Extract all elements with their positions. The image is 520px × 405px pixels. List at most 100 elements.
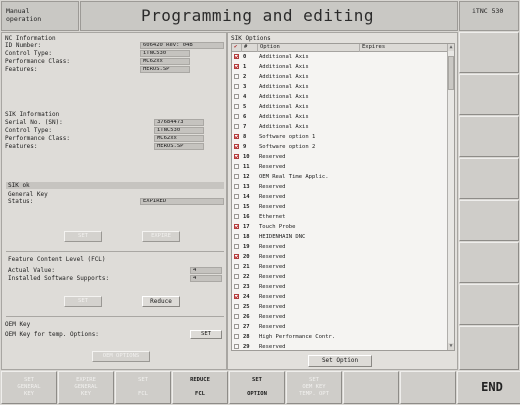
option-checkbox[interactable] — [234, 114, 239, 119]
reduce-fcl-softkey[interactable]: REDUCE FCL — [172, 371, 228, 404]
set-option-button[interactable]: Set Option — [308, 355, 372, 367]
option-row[interactable]: 27 Reserved — [232, 323, 448, 331]
nc-info-title: NC Information — [5, 35, 56, 42]
option-row[interactable]: 7 Additional Axis — [232, 123, 448, 131]
option-checkbox[interactable] — [234, 214, 239, 219]
option-checkbox[interactable] — [234, 224, 239, 229]
option-row[interactable]: 5 Additional Axis — [232, 103, 448, 111]
option-row[interactable]: 28 High Performance Contr. — [232, 333, 448, 341]
vertical-softkey-3[interactable] — [459, 116, 519, 157]
end-softkey[interactable]: END — [457, 371, 520, 404]
option-row[interactable]: 12 OEM Real Time Applic. — [232, 173, 448, 181]
option-checkbox[interactable] — [234, 84, 239, 89]
option-row[interactable]: 29 Reserved — [232, 343, 448, 350]
option-checkbox[interactable] — [234, 254, 239, 259]
option-row[interactable]: 21 Reserved — [232, 263, 448, 271]
reduce-fcl-button[interactable]: Reduce — [142, 296, 180, 307]
option-checkbox[interactable] — [234, 94, 239, 99]
option-checkbox[interactable] — [234, 104, 239, 109]
option-row[interactable]: 0 Additional Axis — [232, 53, 448, 61]
option-checkbox[interactable] — [234, 334, 239, 339]
option-row[interactable]: 9 Software option 2 — [232, 143, 448, 151]
option-checkbox[interactable] — [234, 314, 239, 319]
option-number: 12 — [243, 174, 250, 180]
option-checkbox[interactable] — [234, 74, 239, 79]
option-checkbox[interactable] — [234, 184, 239, 189]
option-checkbox[interactable] — [234, 144, 239, 149]
option-row[interactable]: 8 Software option 1 — [232, 133, 448, 141]
option-number: 28 — [243, 334, 250, 340]
option-number: 27 — [243, 324, 250, 330]
scroll-up-arrow-icon[interactable]: ▲ — [448, 44, 454, 51]
option-row[interactable]: 14 Reserved — [232, 193, 448, 201]
scrollbar-thumb[interactable] — [448, 56, 454, 90]
option-row[interactable]: 2 Additional Axis — [232, 73, 448, 81]
option-row[interactable]: 22 Reserved — [232, 273, 448, 281]
expire-general-key-softkey[interactable]: EXPIRE GENERAL KEY — [58, 371, 114, 404]
option-checkbox[interactable] — [234, 284, 239, 289]
option-checkbox[interactable] — [234, 274, 239, 279]
option-name: Reserved — [259, 304, 286, 310]
option-checkbox[interactable] — [234, 174, 239, 179]
empty-softkey-8[interactable] — [400, 371, 456, 404]
option-row[interactable]: 25 Reserved — [232, 303, 448, 311]
option-row[interactable]: 11 Reserved — [232, 163, 448, 171]
option-checkbox[interactable] — [234, 164, 239, 169]
option-checkbox[interactable] — [234, 134, 239, 139]
option-row[interactable]: 16 Ethernet — [232, 213, 448, 221]
set-option-softkey[interactable]: SET OPTION — [229, 371, 285, 404]
option-row[interactable]: 10 Reserved — [232, 153, 448, 161]
option-checkbox[interactable] — [234, 234, 239, 239]
option-checkbox[interactable] — [234, 64, 239, 69]
scroll-down-arrow-icon[interactable]: ▼ — [448, 343, 454, 350]
option-checkbox[interactable] — [234, 304, 239, 309]
option-name: Additional Axis — [259, 124, 309, 130]
option-row[interactable]: 6 Additional Axis — [232, 113, 448, 121]
option-row[interactable]: 20 Reserved — [232, 253, 448, 261]
option-row[interactable]: 1 Additional Axis — [232, 63, 448, 71]
vertical-softkey-6[interactable] — [459, 242, 519, 283]
oem-options-button[interactable]: OEM OPTIONS — [92, 351, 150, 362]
option-number: 4 — [243, 94, 247, 100]
vertical-softkey-1[interactable] — [459, 32, 519, 73]
set-general-key-button[interactable]: SET — [64, 231, 102, 242]
option-checkbox[interactable] — [234, 154, 239, 159]
empty-softkey-7[interactable] — [343, 371, 399, 404]
option-row[interactable]: 4 Additional Axis — [232, 93, 448, 101]
vertical-softkey-7[interactable] — [459, 284, 519, 325]
set-oem-key-temp-opt-softkey[interactable]: SET OEM KEY TEMP. OPT — [286, 371, 342, 404]
vertical-softkey-2[interactable] — [459, 74, 519, 115]
option-row[interactable]: 26 Reserved — [232, 313, 448, 321]
option-checkbox[interactable] — [234, 244, 239, 249]
option-checkbox[interactable] — [234, 204, 239, 209]
set-general-key-softkey[interactable]: SET GENERAL KEY — [1, 371, 57, 404]
option-name: HEIDENHAIN DNC — [259, 234, 306, 240]
sik-options-table[interactable]: ✔ # Option Expires 0 Additional Axis 1 Addi… — [231, 43, 455, 351]
option-row[interactable]: 18 HEIDENHAIN DNC — [232, 233, 448, 241]
option-row[interactable]: 13 Reserved — [232, 183, 448, 191]
vertical-softkey-5[interactable] — [459, 200, 519, 241]
set-fcl-softkey[interactable]: SET FCL — [115, 371, 171, 404]
option-number: 29 — [243, 344, 250, 350]
option-name: Reserved — [259, 244, 286, 250]
option-checkbox[interactable] — [234, 344, 239, 349]
table-scrollbar[interactable]: ▲ ▼ — [447, 44, 454, 350]
option-row[interactable]: 23 Reserved — [232, 283, 448, 291]
option-row[interactable]: 24 Reserved — [232, 293, 448, 301]
option-checkbox[interactable] — [234, 124, 239, 129]
option-checkbox[interactable] — [234, 264, 239, 269]
set-oem-key-button[interactable]: SET — [190, 330, 222, 339]
vertical-softkey-8[interactable] — [459, 326, 519, 370]
expire-general-key-button[interactable]: EXPIRE — [142, 231, 180, 242]
option-row[interactable]: 3 Additional Axis — [232, 83, 448, 91]
set-fcl-button[interactable]: SET — [64, 296, 102, 307]
option-checkbox[interactable] — [234, 54, 239, 59]
option-row[interactable]: 15 Reserved — [232, 203, 448, 211]
sik-ok-bar: SIK ok — [6, 182, 224, 189]
option-row[interactable]: 19 Reserved — [232, 243, 448, 251]
option-checkbox[interactable] — [234, 194, 239, 199]
option-row[interactable]: 17 Touch Probe — [232, 223, 448, 231]
option-checkbox[interactable] — [234, 294, 239, 299]
option-checkbox[interactable] — [234, 324, 239, 329]
vertical-softkey-4[interactable] — [459, 158, 519, 199]
